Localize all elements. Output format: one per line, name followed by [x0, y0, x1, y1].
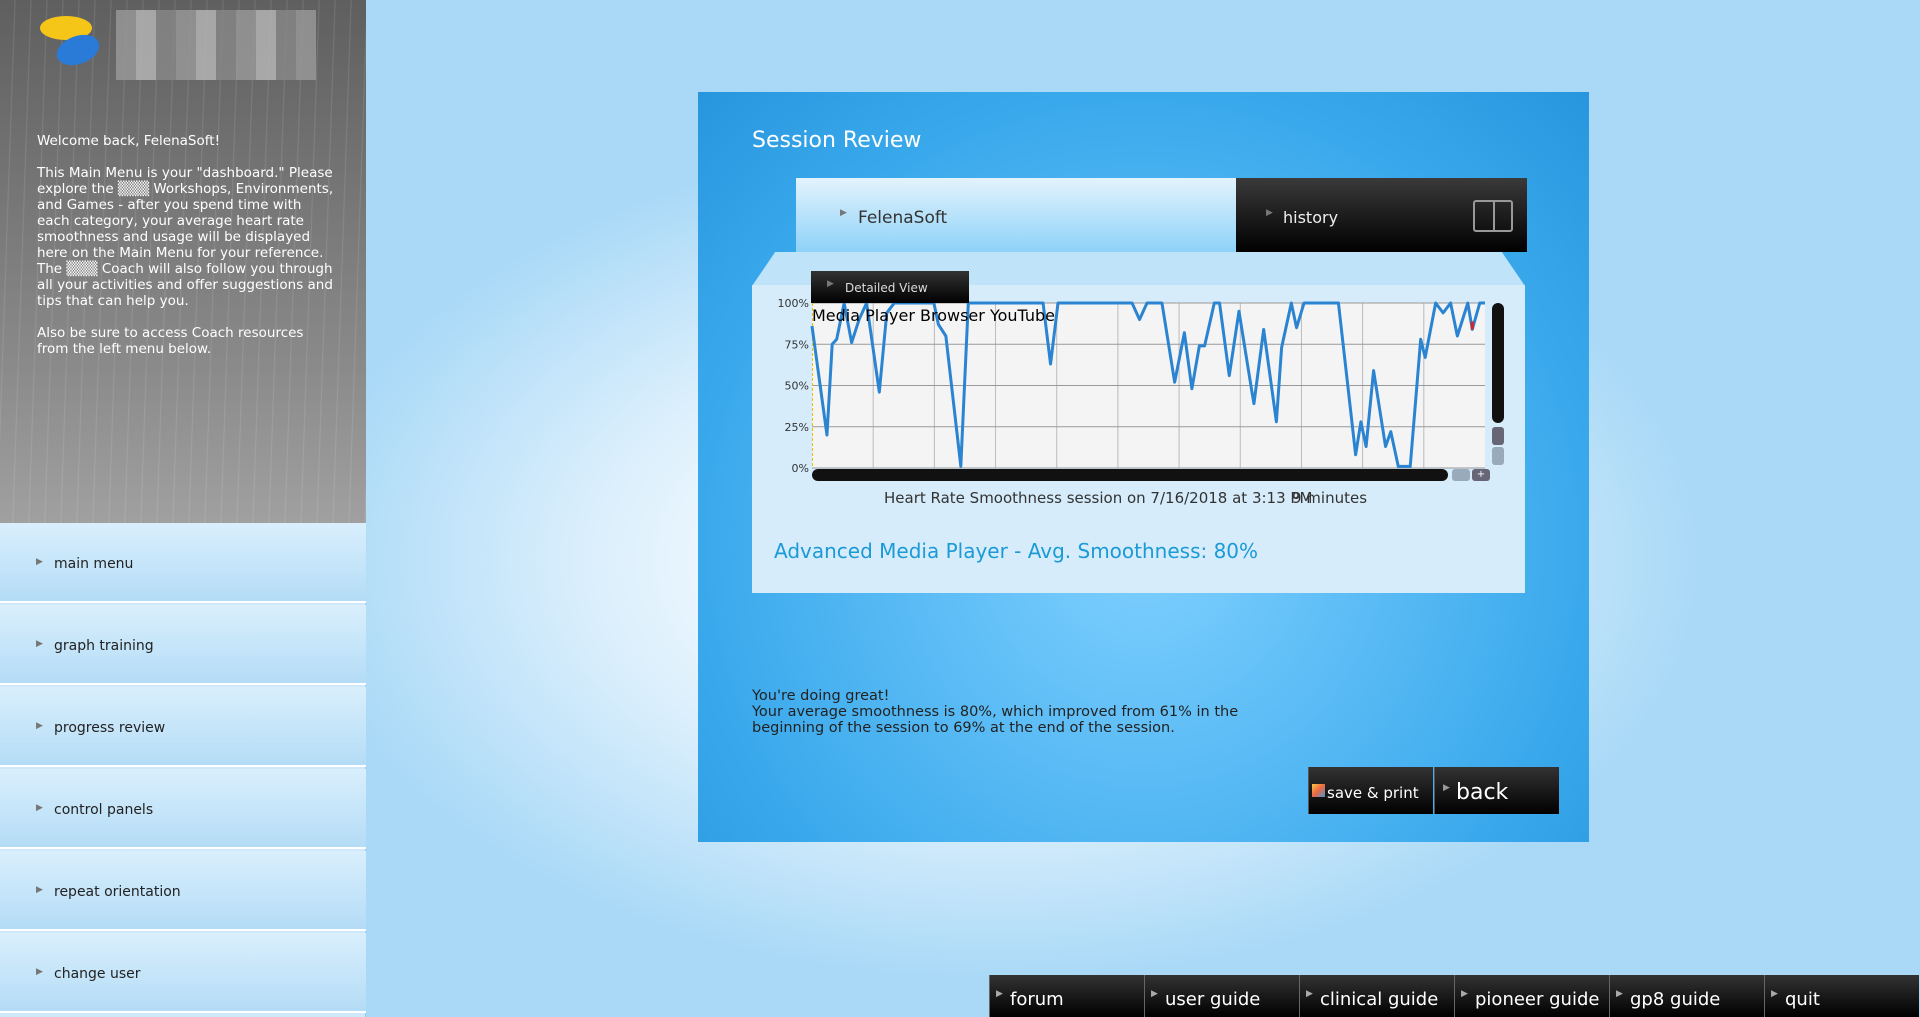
label: control panels — [54, 802, 154, 818]
triangle-icon: ▶ — [1306, 989, 1313, 999]
label: FelenaSoft — [858, 208, 948, 228]
session-caption: Heart Rate Smoothness session on 7/16/20… — [884, 489, 1313, 507]
book-icon — [1473, 200, 1513, 232]
user-guide-button[interactable]: ▶ user guide — [1144, 975, 1299, 1017]
print-icon — [1312, 784, 1325, 797]
chart-container: ▶ Detailed View 0% 25% 50% 75% 100% Media Play… — [752, 271, 1525, 593]
coach-feedback: You're doing great! Your average smoothn… — [752, 688, 1239, 736]
sidebar-item-graph-training[interactable]: ▶ graph training — [0, 605, 366, 685]
quit-button[interactable]: ▶ quit — [1764, 975, 1919, 1017]
vertical-zoom-out-button[interactable] — [1492, 447, 1504, 465]
label: history — [1283, 208, 1339, 227]
triangle-icon: ▶ — [1461, 989, 1468, 999]
session-review-panel: Session Review ▶ FelenaSoft ▶ history ▶ Det… — [698, 92, 1589, 842]
y-tick-label: 0% — [792, 462, 809, 475]
triangle-icon: ▶ — [1151, 989, 1158, 999]
triangle-icon: ▶ — [1616, 989, 1623, 999]
label: gp8 guide — [1630, 989, 1721, 1010]
save-print-button[interactable]: save & print — [1308, 767, 1433, 814]
blurred-app-name — [116, 10, 316, 80]
triangle-icon: ▶ — [1443, 783, 1450, 793]
triangle-icon: ▶ — [36, 639, 43, 649]
triangle-icon: ▶ — [36, 967, 43, 977]
detailed-view-tab[interactable]: ▶ Detailed View — [811, 271, 969, 303]
sidebar-item-main-menu[interactable]: ▶ main menu — [0, 523, 366, 603]
y-tick-label: 25% — [785, 421, 809, 434]
zoom-in-button[interactable]: + — [1472, 469, 1490, 481]
triangle-icon: ▶ — [996, 989, 1003, 999]
label: change user — [54, 966, 141, 982]
bottom-bar: ▶ forum ▶ user guide ▶ clinical guide ▶ pion… — [989, 975, 1920, 1017]
label: main menu — [54, 556, 134, 572]
label: progress review — [54, 720, 166, 736]
tab-history[interactable]: ▶ history — [1236, 178, 1527, 252]
forum-button[interactable]: ▶ forum — [989, 975, 1144, 1017]
clinical-guide-button[interactable]: ▶ clinical guide — [1299, 975, 1454, 1017]
logo-icon — [40, 16, 100, 66]
label: user guide — [1165, 989, 1261, 1010]
sidebar: Welcome back, FelenaSoft! This Main Menu… — [0, 0, 366, 1017]
welcome-text: Welcome back, FelenaSoft! This Main Menu… — [37, 133, 334, 357]
triangle-icon: ▶ — [36, 721, 43, 731]
label: back — [1456, 780, 1509, 805]
label: quit — [1785, 989, 1820, 1010]
back-button[interactable]: ▶ back — [1434, 767, 1559, 814]
chart-title: Media Player Browser YouTube — [812, 306, 1055, 325]
sidebar-item-control-panels[interactable]: ▶ control panels — [0, 769, 366, 849]
tab-user[interactable]: ▶ FelenaSoft — [796, 178, 1236, 252]
triangle-icon: ▶ — [36, 803, 43, 813]
page-title: Session Review — [752, 128, 922, 153]
triangle-icon: ▶ — [36, 885, 43, 895]
gp8-guide-button[interactable]: ▶ gp8 guide — [1609, 975, 1764, 1017]
label: Detailed View — [845, 281, 928, 295]
smoothness-chart: 0% 25% 50% 75% 100%Media Player Browser YouT… — [778, 297, 1485, 475]
pioneer-guide-button[interactable]: ▶ pioneer guide — [1454, 975, 1609, 1017]
vertical-zoom-in-button[interactable] — [1492, 427, 1504, 445]
triangle-icon: ▶ — [840, 208, 847, 218]
vertical-scrollbar[interactable] — [1492, 303, 1504, 423]
label: repeat orientation — [54, 884, 181, 900]
sidebar-item-change-user[interactable]: ▶ change user — [0, 933, 366, 1013]
y-tick-label: 100% — [778, 297, 809, 310]
label: forum — [1010, 989, 1064, 1010]
label: clinical guide — [1320, 989, 1439, 1010]
y-tick-label: 50% — [785, 380, 809, 393]
session-duration: 9 minutes — [1292, 489, 1368, 507]
tab-bar: ▶ FelenaSoft ▶ history — [796, 178, 1527, 252]
label: save & print — [1327, 784, 1419, 802]
triangle-icon: ▶ — [827, 279, 834, 289]
triangle-icon: ▶ — [1771, 989, 1778, 999]
average-smoothness: Advanced Media Player - Avg. Smoothness:… — [774, 539, 1259, 563]
sidebar-item-progress-review[interactable]: ▶ progress review — [0, 687, 366, 767]
label: pioneer guide — [1475, 989, 1600, 1010]
sidebar-header: Welcome back, FelenaSoft! This Main Menu… — [0, 0, 366, 523]
sidebar-item-repeat-orientation[interactable]: ▶ repeat orientation — [0, 851, 366, 931]
label: graph training — [54, 638, 154, 654]
zoom-out-button[interactable] — [1452, 469, 1470, 481]
y-tick-label: 75% — [785, 338, 809, 351]
horizontal-scrollbar[interactable] — [812, 469, 1448, 481]
triangle-icon: ▶ — [1266, 208, 1273, 218]
triangle-icon: ▶ — [36, 557, 43, 567]
